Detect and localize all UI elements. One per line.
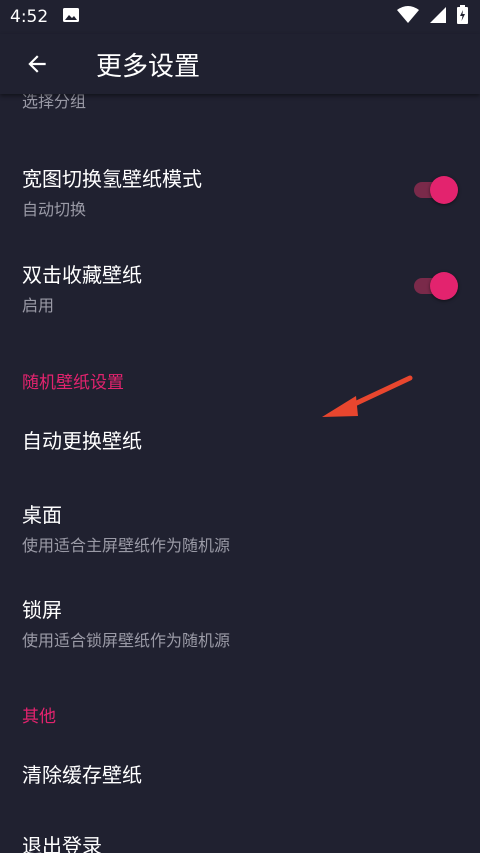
annotation-arrow-icon bbox=[322, 375, 413, 417]
gallery-notification-icon bbox=[62, 7, 80, 28]
settings-item-title: 双击收藏壁纸 bbox=[22, 263, 142, 287]
status-bar: 4:52 bbox=[0, 0, 480, 34]
back-button[interactable] bbox=[0, 34, 74, 94]
settings-item-clear-cache[interactable]: 清除缓存壁纸 bbox=[0, 759, 480, 788]
settings-item-auto-change[interactable]: 自动更换壁纸 bbox=[0, 425, 480, 454]
toggle-thumb bbox=[430, 272, 458, 300]
settings-list[interactable]: 选择分组 宽图切换氢壁纸模式 自动切换 双击收藏壁纸 启用 随机壁纸设置 自动更… bbox=[0, 94, 480, 853]
settings-item-subtitle: 启用 bbox=[22, 296, 55, 315]
settings-item-subtitle: 使用适合主屏壁纸作为随机源 bbox=[22, 536, 231, 555]
battery-icon bbox=[457, 5, 468, 29]
wifi-icon bbox=[397, 5, 419, 29]
settings-item-wide-mode[interactable]: 宽图切换氢壁纸模式 自动切换 bbox=[0, 163, 480, 220]
settings-item-title: 退出登录 bbox=[22, 834, 102, 853]
settings-item-subtitle: 选择分组 bbox=[22, 94, 87, 111]
settings-item-title: 桌面 bbox=[22, 503, 62, 527]
settings-item-title: 自动更换壁纸 bbox=[22, 429, 142, 453]
settings-item-desktop[interactable]: 桌面 使用适合主屏壁纸作为随机源 bbox=[0, 499, 480, 556]
wide-mode-toggle[interactable] bbox=[414, 176, 458, 204]
settings-item-title: 锁屏 bbox=[22, 598, 62, 622]
settings-item-lockscreen[interactable]: 锁屏 使用适合锁屏壁纸作为随机源 bbox=[0, 594, 480, 651]
arrow-left-icon bbox=[28, 55, 46, 73]
page-title: 更多设置 bbox=[96, 51, 201, 82]
settings-item-logout[interactable]: 退出登录 bbox=[0, 830, 480, 853]
settings-item-title: 清除缓存壁纸 bbox=[22, 763, 142, 787]
status-time: 4:52 bbox=[10, 7, 49, 27]
settings-item-subtitle: 使用适合锁屏壁纸作为随机源 bbox=[22, 631, 231, 650]
settings-item-group[interactable]: 选择分组 bbox=[0, 94, 480, 130]
double-tap-toggle[interactable] bbox=[414, 272, 458, 300]
settings-item-subtitle: 自动切换 bbox=[22, 200, 87, 219]
app-bar: 更多设置 bbox=[0, 34, 480, 94]
settings-item-title: 宽图切换氢壁纸模式 bbox=[22, 167, 202, 191]
toggle-thumb bbox=[430, 176, 458, 204]
section-header-other: 其他 bbox=[22, 707, 56, 727]
signal-icon bbox=[429, 6, 447, 29]
settings-item-double-tap[interactable]: 双击收藏壁纸 启用 bbox=[0, 259, 480, 316]
